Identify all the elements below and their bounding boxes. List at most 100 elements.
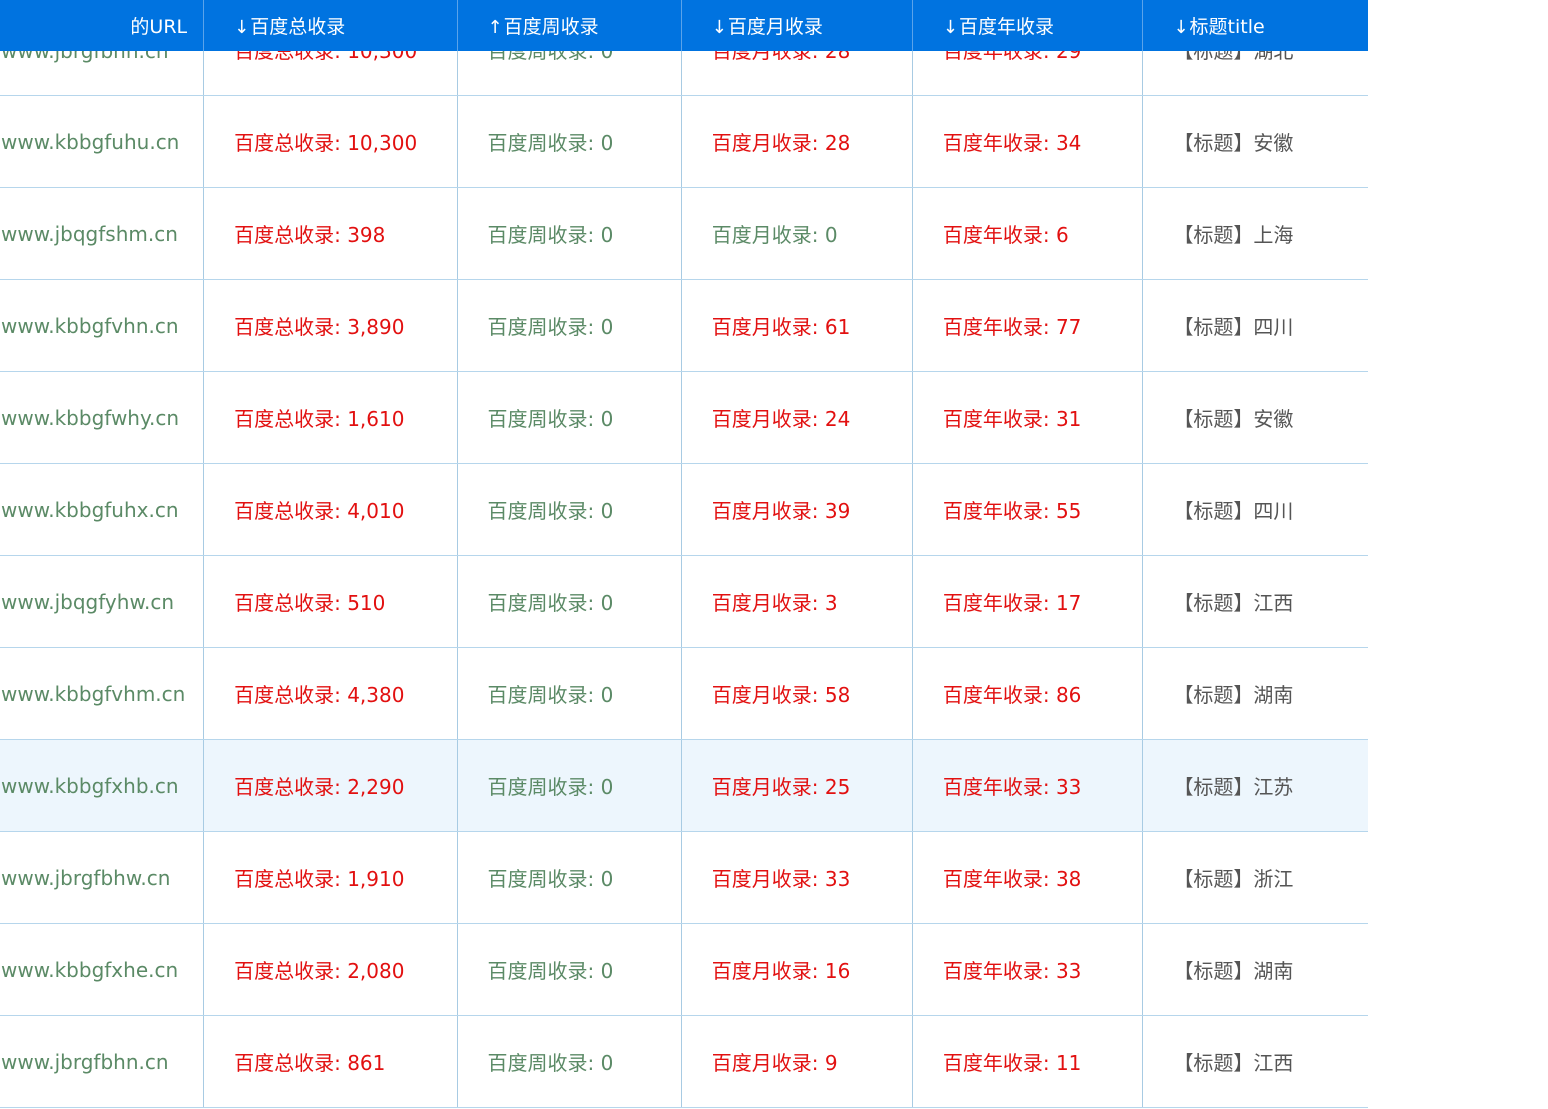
baidu-year-count: 百度年收录: 55 [911, 463, 1143, 556]
page-title-cell: 【标题】安徽 [1142, 371, 1368, 464]
baidu-month-count-text: 百度月收录: 39 [711, 499, 851, 523]
page-title-cell-text: 【标题】浙江 [1173, 867, 1294, 891]
baidu-total-count: 百度总收录: 10,300 [203, 95, 458, 188]
baidu-month-count-text: 百度月收录: 28 [711, 51, 851, 63]
baidu-month-count: 百度月收录: 28 [680, 51, 913, 96]
header-label: 的URL [130, 16, 188, 38]
url-link[interactable]: www.jbqgfyhw.cn [0, 555, 204, 648]
url-link-text[interactable]: www.jbrgfbhn.cn [1, 1050, 169, 1074]
page-title-cell-text: 【标题】江西 [1173, 1051, 1294, 1075]
baidu-week-count-text: 百度周收录: 0 [487, 683, 614, 707]
baidu-month-count: 百度月收录: 58 [680, 647, 913, 740]
sort-arrow-icon: ↓ [1173, 17, 1189, 38]
header-label: 标题title [1189, 16, 1265, 38]
url-link[interactable]: www.kbbgfuhx.cn [0, 463, 204, 556]
baidu-week-count: 百度周收录: 0 [456, 1015, 682, 1108]
baidu-year-count: 百度年收录: 6 [911, 187, 1143, 280]
table-row: www.kbbgfuhu.cn 百度总收录: 10,300 百度周收录: 0 百度月收… [0, 95, 1368, 188]
page-title-cell: 【标题】江苏 [1142, 739, 1368, 832]
baidu-week-count: 百度周收录: 0 [456, 463, 682, 556]
sort-arrow-icon: ↓ [942, 17, 958, 38]
baidu-total-count: 百度总收录: 4,010 [203, 463, 458, 556]
sort-header-month[interactable]: ↓百度月收录 [680, 0, 913, 51]
url-link[interactable]: www.jbrgfbhn.cn [0, 1015, 204, 1108]
page-title-cell-text: 【标题】上海 [1173, 223, 1294, 247]
url-link-text[interactable]: www.jbrgfbhw.cn [1, 866, 170, 890]
baidu-total-count-text: 百度总收录: 1,910 [234, 867, 405, 891]
baidu-year-count-text: 百度年收录: 77 [942, 315, 1082, 339]
baidu-total-count: 百度总收录: 10,300 [203, 51, 458, 96]
baidu-total-count-text: 百度总收录: 2,290 [234, 775, 405, 799]
baidu-week-count-text: 百度周收录: 0 [487, 959, 614, 983]
baidu-year-count: 百度年收录: 29 [911, 51, 1143, 96]
page-title-cell: 【标题】湖南 [1142, 923, 1368, 1016]
url-link-text[interactable]: www.kbbgfvhn.cn [1, 314, 179, 338]
baidu-week-count-text: 百度周收录: 0 [487, 1051, 614, 1075]
baidu-year-count-text: 百度年收录: 6 [942, 223, 1069, 247]
table-row: www.kbbgfuhx.cn 百度总收录: 4,010 百度周收录: 0 百度月收录… [0, 463, 1368, 556]
baidu-total-count: 百度总收录: 3,890 [203, 279, 458, 372]
page-title-cell-text: 【标题】安徽 [1173, 407, 1294, 431]
header-label: 百度年收录 [958, 16, 1054, 38]
url-link[interactable]: www.jbrgfbhn.cn [0, 51, 204, 96]
url-link[interactable]: www.kbbgfxhe.cn [0, 923, 204, 1016]
url-link-text[interactable]: www.kbbgfwhy.cn [1, 406, 179, 430]
baidu-week-count: 百度周收录: 0 [456, 555, 682, 648]
baidu-total-count-text: 百度总收录: 4,380 [234, 683, 405, 707]
url-link-text[interactable]: www.kbbgfuhu.cn [1, 130, 179, 154]
url-link-text[interactable]: www.kbbgfxhb.cn [1, 774, 179, 798]
url-link[interactable]: www.kbbgfvhn.cn [0, 279, 204, 372]
table-row: www.kbbgfwhy.cn 百度总收录: 1,610 百度周收录: 0 百度月收录… [0, 371, 1368, 464]
url-link[interactable]: www.kbbgfvhm.cn [0, 647, 204, 740]
baidu-month-count-text: 百度月收录: 33 [711, 867, 851, 891]
url-link-text[interactable]: www.kbbgfvhm.cn [1, 682, 185, 706]
url-link-text[interactable]: www.jbqgfshm.cn [1, 222, 178, 246]
baidu-month-count: 百度月收录: 25 [680, 739, 913, 832]
page-title-cell-text: 【标题】四川 [1173, 499, 1294, 523]
page-title-cell-text: 【标题】江西 [1173, 591, 1294, 615]
header-label: 百度月收录 [727, 16, 823, 38]
sort-header-url[interactable]: 的URL [0, 0, 204, 51]
baidu-week-count-text: 百度周收录: 0 [487, 867, 614, 891]
baidu-year-count: 百度年收录: 38 [911, 831, 1143, 924]
sort-header-week[interactable]: ↑百度周收录 [456, 0, 682, 51]
baidu-month-count: 百度月收录: 39 [680, 463, 913, 556]
baidu-month-count-text: 百度月收录: 25 [711, 775, 851, 799]
baidu-year-count-text: 百度年收录: 33 [942, 775, 1082, 799]
page-title-cell: 【标题】四川 [1142, 279, 1368, 372]
baidu-week-count-text: 百度周收录: 0 [487, 775, 614, 799]
table-row: www.kbbgfvhm.cn 百度总收录: 4,380 百度周收录: 0 百度月收录… [0, 647, 1368, 740]
baidu-month-count: 百度月收录: 16 [680, 923, 913, 1016]
sort-header-title[interactable]: ↓标题title [1142, 0, 1368, 51]
baidu-week-count: 百度周收录: 0 [456, 187, 682, 280]
url-link[interactable]: www.jbrgfbhw.cn [0, 831, 204, 924]
baidu-year-count-text: 百度年收录: 38 [942, 867, 1082, 891]
url-link[interactable]: www.kbbgfxhb.cn [0, 739, 204, 832]
baidu-week-count-text: 百度周收录: 0 [487, 223, 614, 247]
baidu-total-count-text: 百度总收录: 4,010 [234, 499, 405, 523]
baidu-month-count-text: 百度月收录: 61 [711, 315, 851, 339]
url-link[interactable]: www.jbqgfshm.cn [0, 187, 204, 280]
page-title-cell: 【标题】上海 [1142, 187, 1368, 280]
url-link[interactable]: www.kbbgfwhy.cn [0, 371, 204, 464]
url-link-text[interactable]: www.kbbgfuhx.cn [1, 498, 179, 522]
page-title-cell-text: 【标题】安徽 [1173, 131, 1294, 155]
sort-header-total[interactable]: ↓百度总收录 [203, 0, 458, 51]
page-title-cell-text: 【标题】湖北 [1173, 51, 1294, 63]
sort-arrow-icon: ↓ [234, 17, 250, 38]
table-row: www.jbqgfyhw.cn 百度总收录: 510 百度周收录: 0 百度月收录: … [0, 555, 1368, 648]
baidu-week-count: 百度周收录: 0 [456, 95, 682, 188]
url-link-text[interactable]: www.jbqgfyhw.cn [1, 590, 174, 614]
url-link-text[interactable]: www.jbrgfbhn.cn [1, 51, 169, 63]
page-title-cell: 【标题】江西 [1142, 555, 1368, 648]
sort-header-year[interactable]: ↓百度年收录 [911, 0, 1143, 51]
url-link[interactable]: www.kbbgfuhu.cn [0, 95, 204, 188]
baidu-total-count-text: 百度总收录: 510 [234, 591, 386, 615]
page-title-cell-text: 【标题】湖南 [1173, 683, 1294, 707]
table-row: www.jbrgfbhn.cn 百度总收录: 10,300 百度周收录: 0 百度月收… [0, 51, 1368, 96]
baidu-week-count: 百度周收录: 0 [456, 279, 682, 372]
url-link-text[interactable]: www.kbbgfxhe.cn [1, 958, 178, 982]
baidu-month-count-text: 百度月收录: 3 [711, 591, 838, 615]
baidu-week-count: 百度周收录: 0 [456, 831, 682, 924]
baidu-month-count: 百度月收录: 28 [680, 95, 913, 188]
